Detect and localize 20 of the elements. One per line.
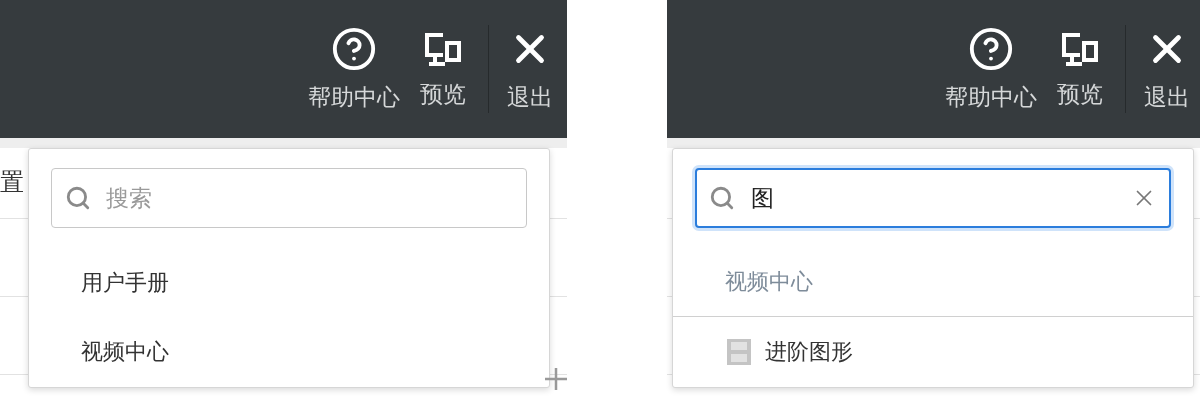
menu-item[interactable]: 用户手册 xyxy=(29,247,549,318)
menu-item[interactable]: 进阶图形 xyxy=(673,317,1193,387)
menu-item-label: 进阶图形 xyxy=(765,338,853,367)
search-icon xyxy=(709,185,735,211)
help-icon xyxy=(331,25,377,72)
exit-button[interactable]: 退出 xyxy=(1134,25,1200,113)
help-button[interactable]: 帮助中心 xyxy=(298,25,410,113)
preview-button[interactable]: 预览 xyxy=(410,28,476,110)
exit-button[interactable]: 退出 xyxy=(497,25,563,113)
preview-button[interactable]: 预览 xyxy=(1047,28,1113,110)
menu-item[interactable]: 视频中心 xyxy=(673,247,1193,318)
cell-text: 置 xyxy=(0,167,24,198)
search-field[interactable]: 搜索 xyxy=(51,168,527,228)
plus-icon xyxy=(545,368,567,390)
search-icon xyxy=(65,185,91,211)
help-icon xyxy=(968,25,1014,72)
help-button[interactable]: 帮助中心 xyxy=(935,25,1047,113)
film-icon xyxy=(727,339,751,366)
menu-item[interactable]: 视频中心 xyxy=(29,317,549,387)
search-field[interactable]: 图 xyxy=(695,168,1171,228)
